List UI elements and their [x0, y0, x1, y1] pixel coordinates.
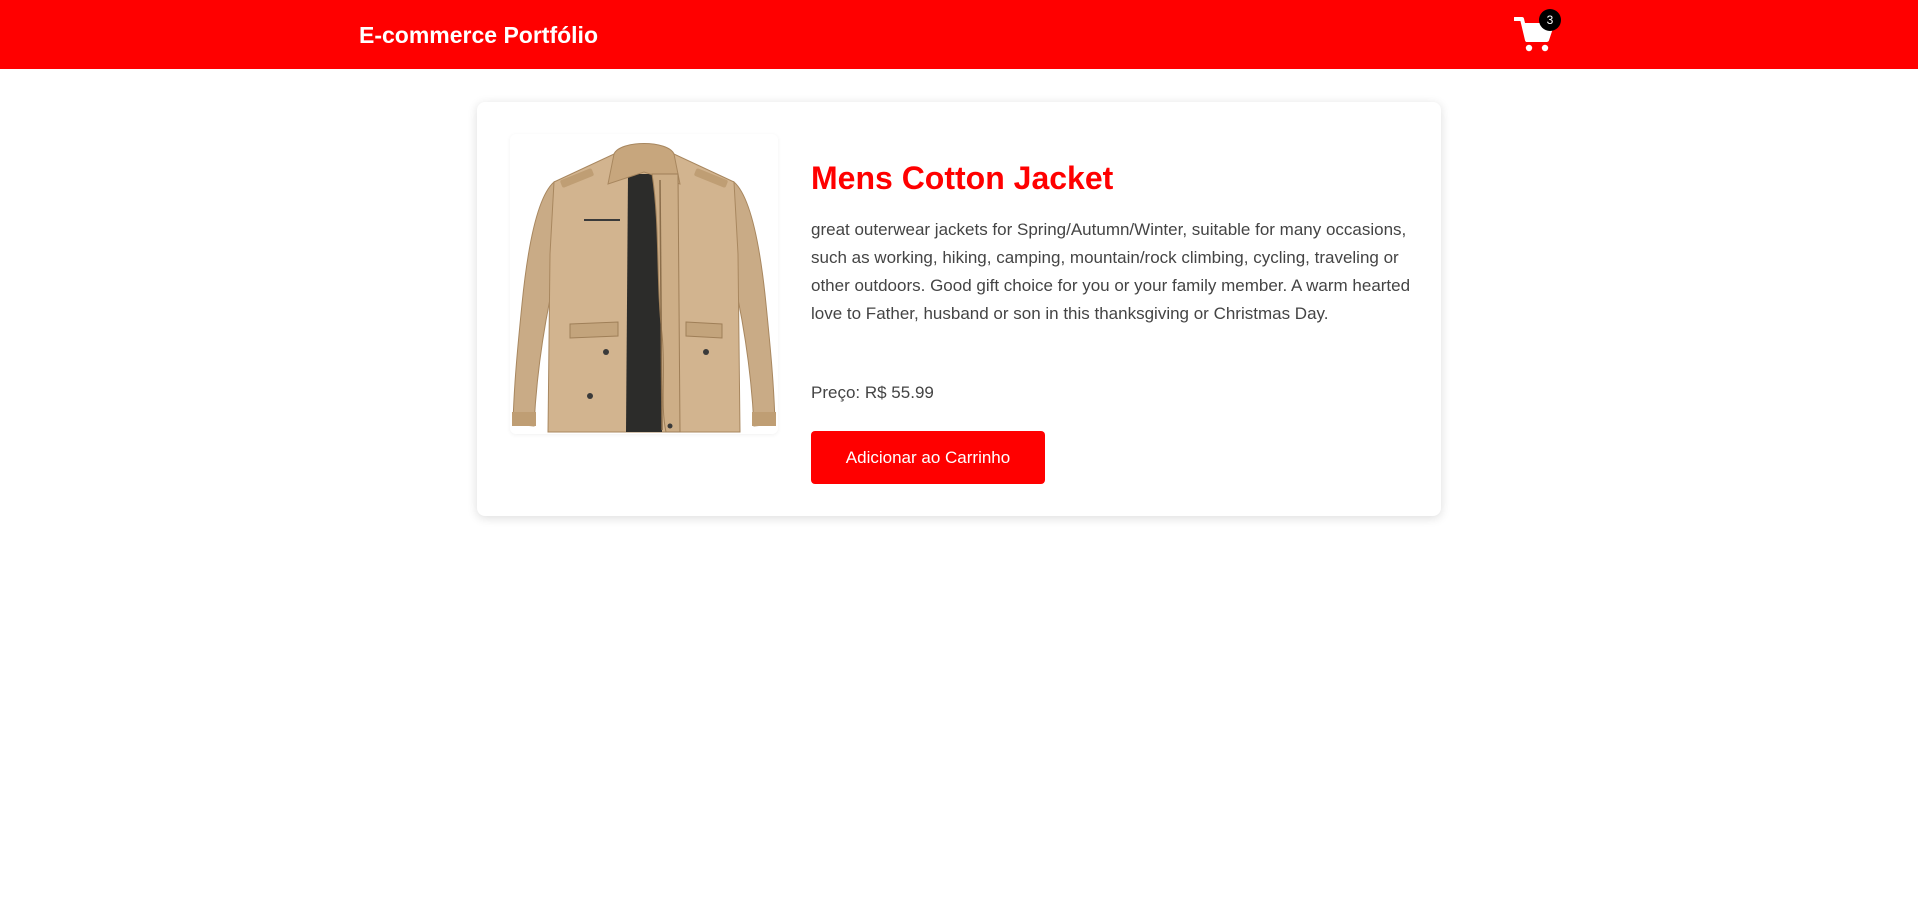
product-description: great outerwear jackets for Spring/Autum… — [811, 220, 1411, 323]
product-card: Mens Cotton Jacket great outerwear jacke… — [477, 102, 1441, 516]
product-price: Preço: R$ 55.99 — [811, 383, 934, 402]
brand-title[interactable]: E-commerce Portfólio — [359, 20, 598, 50]
header-bar: E-commerce Portfólio 3 — [0, 0, 1918, 69]
add-to-cart-button[interactable]: Adicionar ao Carrinho — [811, 431, 1045, 484]
product-title: Mens Cotton Jacket — [811, 160, 1114, 196]
cart-count-badge: 3 — [1539, 9, 1561, 31]
cart-button[interactable]: 3 — [1514, 9, 1561, 53]
jacket-image — [510, 134, 778, 434]
